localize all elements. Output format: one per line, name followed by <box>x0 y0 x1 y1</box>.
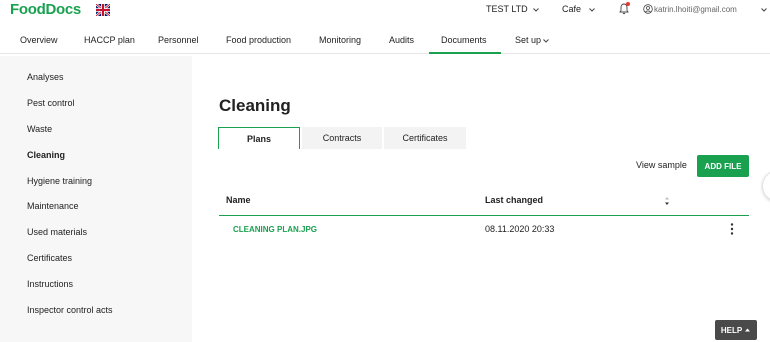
tab-documents[interactable]: Documents <box>441 35 487 45</box>
page-title: Cleaning <box>219 96 291 115</box>
sidebar-item-inspector-control-acts[interactable]: Inspector control acts <box>27 305 113 315</box>
location-selector[interactable]: Cafe <box>562 4 581 14</box>
table-header: Name Last changed <box>219 190 749 216</box>
tab-audits[interactable]: Audits <box>389 35 414 45</box>
drawer-handle[interactable] <box>762 170 770 202</box>
subtab-contracts[interactable]: Contracts <box>302 127 382 149</box>
sidebar-item-analyses[interactable]: Analyses <box>27 72 64 82</box>
sidebar-item-cleaning[interactable]: Cleaning <box>27 150 65 160</box>
caret-up-icon <box>745 328 751 332</box>
sidebar-item-hygiene-training[interactable]: Hygiene training <box>27 176 92 186</box>
table-row: CLEANING PLAN.JPG 08.11.2020 20:33 <box>219 216 749 242</box>
file-name-link[interactable]: CLEANING PLAN.JPG <box>233 225 317 234</box>
tab-food-production[interactable]: Food production <box>226 35 291 45</box>
chevron-down-icon[interactable] <box>760 6 768 14</box>
sidebar-item-pest-control[interactable]: Pest control <box>27 98 75 108</box>
uk-flag-icon[interactable] <box>95 3 111 17</box>
subtab-certificates[interactable]: Certificates <box>384 127 466 149</box>
subtabs: Plans Contracts Certificates <box>218 127 468 149</box>
chevron-down-icon[interactable] <box>542 37 550 45</box>
tab-set-up[interactable]: Set up <box>515 35 541 45</box>
more-options-icon[interactable] <box>729 222 735 236</box>
sort-icon[interactable] <box>664 196 670 206</box>
sidebar-item-maintenance[interactable]: Maintenance <box>27 201 79 211</box>
sidebar-item-waste[interactable]: Waste <box>27 124 52 134</box>
sidebar: Analyses Pest control Waste Cleaning Hyg… <box>0 56 192 342</box>
main-nav: Overview HACCP plan Personnel Food produ… <box>0 30 770 54</box>
tab-monitoring[interactable]: Monitoring <box>319 35 361 45</box>
sidebar-item-certificates[interactable]: Certificates <box>27 253 72 263</box>
sidebar-item-instructions[interactable]: Instructions <box>27 279 73 289</box>
chevron-down-icon[interactable] <box>532 6 540 14</box>
chevron-down-icon[interactable] <box>588 6 596 14</box>
subtab-plans[interactable]: Plans <box>218 127 300 149</box>
help-button[interactable]: HELP <box>715 320 757 340</box>
notification-dot <box>626 2 630 6</box>
top-bar: FoodDocs TEST LTD Cafe katrin.lhoiti@gma… <box>0 0 770 22</box>
active-tab-indicator <box>429 52 501 54</box>
user-menu[interactable]: katrin.lhoiti@gmail.com <box>643 3 770 17</box>
tab-overview[interactable]: Overview <box>20 35 58 45</box>
sidebar-item-used-materials[interactable]: Used materials <box>27 227 87 237</box>
add-file-button[interactable]: ADD FILE <box>697 155 749 177</box>
view-sample-link[interactable]: View sample <box>636 160 687 170</box>
fooddocs-logo[interactable]: FoodDocs <box>10 1 81 18</box>
column-header-last-changed[interactable]: Last changed <box>485 195 543 205</box>
tab-personnel[interactable]: Personnel <box>158 35 199 45</box>
last-changed-value: 08.11.2020 20:33 <box>485 224 555 234</box>
column-header-name[interactable]: Name <box>226 195 251 205</box>
help-label: HELP <box>720 325 743 335</box>
tab-haccp-plan[interactable]: HACCP plan <box>84 35 135 45</box>
company-selector[interactable]: TEST LTD <box>486 4 528 14</box>
user-email: katrin.lhoiti@gmail.com <box>654 5 737 14</box>
user-icon <box>643 3 653 15</box>
